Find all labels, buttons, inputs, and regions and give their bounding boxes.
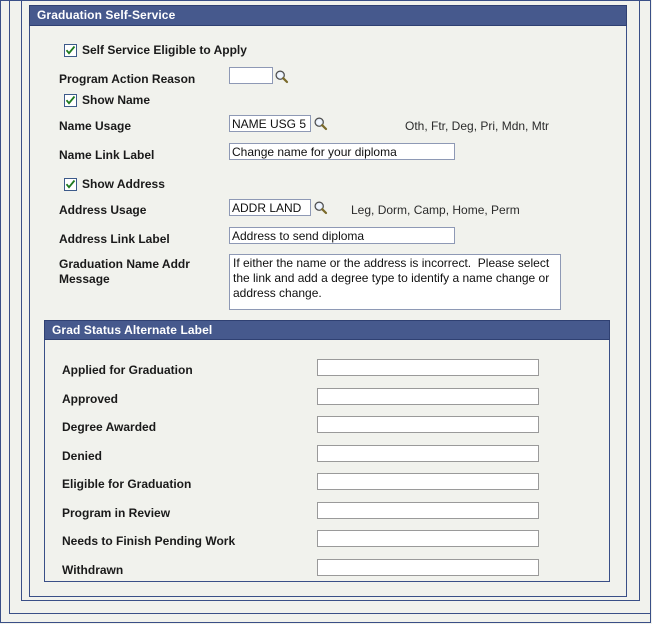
hint-address-usage: Leg, Dorm, Camp, Home, Perm: [351, 203, 520, 217]
label-name-usage: Name Usage: [59, 119, 132, 133]
check-icon: [65, 179, 76, 189]
label-applied-for-graduation: Applied for Graduation: [62, 363, 193, 377]
checkbox-show-name[interactable]: [64, 94, 77, 107]
input-needs-to-finish-pending-work[interactable]: [317, 530, 539, 547]
checkbox-show-address[interactable]: [64, 178, 77, 191]
input-denied[interactable]: [317, 445, 539, 462]
graduation-self-service-header: Graduation Self-Service: [29, 5, 627, 26]
label-needs-to-finish-pending-work: Needs to Finish Pending Work: [62, 534, 236, 548]
label-eligible-for-graduation: Eligible for Graduation: [62, 477, 192, 491]
label-name-link-label: Name Link Label: [59, 148, 155, 162]
checkbox-label-show-address: Show Address: [82, 177, 165, 191]
label-address-usage: Address Usage: [59, 203, 147, 217]
checkbox-label-show-name: Show Name: [82, 93, 151, 107]
textarea-graduation-name-addr-message[interactable]: If either the name or the address is inc…: [229, 254, 561, 310]
input-name-usage[interactable]: [229, 115, 311, 132]
input-applied-for-graduation[interactable]: [317, 359, 539, 376]
magnifier-icon-program-action-reason[interactable]: [274, 69, 289, 84]
label-program-in-review: Program in Review: [62, 506, 171, 520]
label-program-action-reason: Program Action Reason: [59, 72, 196, 86]
check-icon: [65, 45, 76, 55]
label-degree-awarded: Degree Awarded: [62, 420, 157, 434]
check-icon: [65, 95, 76, 105]
input-name-link-label[interactable]: [229, 143, 455, 160]
hint-name-usage: Oth, Ftr, Deg, Pri, Mdn, Mtr: [405, 119, 550, 133]
input-address-link-label[interactable]: [229, 227, 455, 244]
label-graduation-name-addr-message-line2: Message: [59, 272, 110, 286]
input-program-action-reason[interactable]: [229, 67, 273, 84]
checkbox-self-service-eligible[interactable]: [64, 44, 77, 57]
input-address-usage[interactable]: [229, 199, 311, 216]
input-eligible-for-graduation[interactable]: [317, 473, 539, 490]
magnifier-icon-name-usage[interactable]: [313, 116, 328, 131]
label-approved: Approved: [62, 392, 119, 406]
label-graduation-name-addr-message-line1: Graduation Name Addr: [59, 257, 190, 271]
label-denied: Denied: [62, 449, 103, 463]
label-address-link-label: Address Link Label: [59, 232, 170, 246]
label-withdrawn: Withdrawn: [62, 563, 124, 577]
input-program-in-review[interactable]: [317, 502, 539, 519]
input-degree-awarded[interactable]: [317, 416, 539, 433]
checkbox-label-self-service-eligible: Self Service Eligible to Apply: [82, 43, 247, 57]
magnifier-icon-address-usage[interactable]: [313, 200, 328, 215]
input-withdrawn[interactable]: [317, 559, 539, 576]
grad-status-alternate-label-header: Grad Status Alternate Label: [44, 320, 610, 340]
input-approved[interactable]: [317, 388, 539, 405]
